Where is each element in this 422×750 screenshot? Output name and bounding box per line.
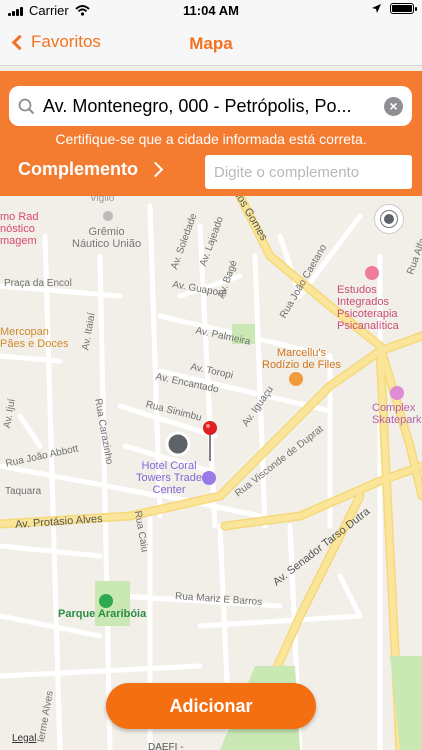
place-label-mercopan: Mercopan Pães e Doces — [0, 326, 69, 350]
nav-bar: Favoritos Mapa — [0, 22, 422, 66]
page-title: Mapa — [189, 34, 233, 53]
place-label-vigilo: Vigilo — [90, 196, 115, 204]
search-panel: Av. Montenegro, 000 - Petrópolis, Po... … — [0, 71, 422, 196]
clear-icon[interactable]: × — [384, 96, 403, 116]
place-label-daefi: DAEFI - — [148, 742, 184, 750]
search-icon — [18, 98, 35, 114]
battery-icon — [390, 3, 417, 14]
place-label-estudos: Estudos Integrados Psicoterapia Psicanalíti… — [337, 284, 399, 332]
search-value: Av. Montenegro, 000 - Petrópolis, Po... — [43, 95, 352, 116]
search-input[interactable]: Av. Montenegro, 000 - Petrópolis, Po... … — [9, 86, 412, 126]
place-label-parque: Parque Araribóia — [58, 608, 147, 620]
street-taquara: Taquara — [5, 486, 42, 497]
adicionar-button[interactable]: Adicionar — [106, 683, 316, 729]
status-bar: Carrier 11:04 AM — [0, 0, 422, 22]
map-view[interactable]: mo Rad nóstico magem Vigilo Grêmio Náutico … — [0, 196, 422, 750]
street-praca-encol: Praça da Encol — [4, 278, 72, 289]
place-label-gremio: Grêmio Náutico União — [72, 226, 142, 250]
location-icon[interactable] — [374, 204, 404, 234]
complemento-button[interactable]: Complemento — [18, 159, 164, 180]
status-time: 11:04 AM — [183, 3, 239, 18]
place-label-marcellus: Marcellu's Rodízio de Files — [262, 347, 341, 371]
legal-link[interactable]: Legal — [12, 733, 36, 744]
complemento-input[interactable] — [205, 155, 412, 189]
location-arrow-icon — [372, 4, 381, 13]
place-label-hotel: Hotel Coral Towers Trade Center — [136, 460, 203, 496]
chevron-right-icon — [147, 161, 164, 178]
status-right — [371, 3, 417, 14]
complemento-label: Complemento — [18, 159, 139, 179]
city-warning: Certifique-se que a cidade informada est… — [55, 131, 367, 147]
place-label-complex: Complex Skatepark — [372, 402, 422, 426]
place-label-rad: mo Rad nóstico magem — [0, 211, 39, 247]
